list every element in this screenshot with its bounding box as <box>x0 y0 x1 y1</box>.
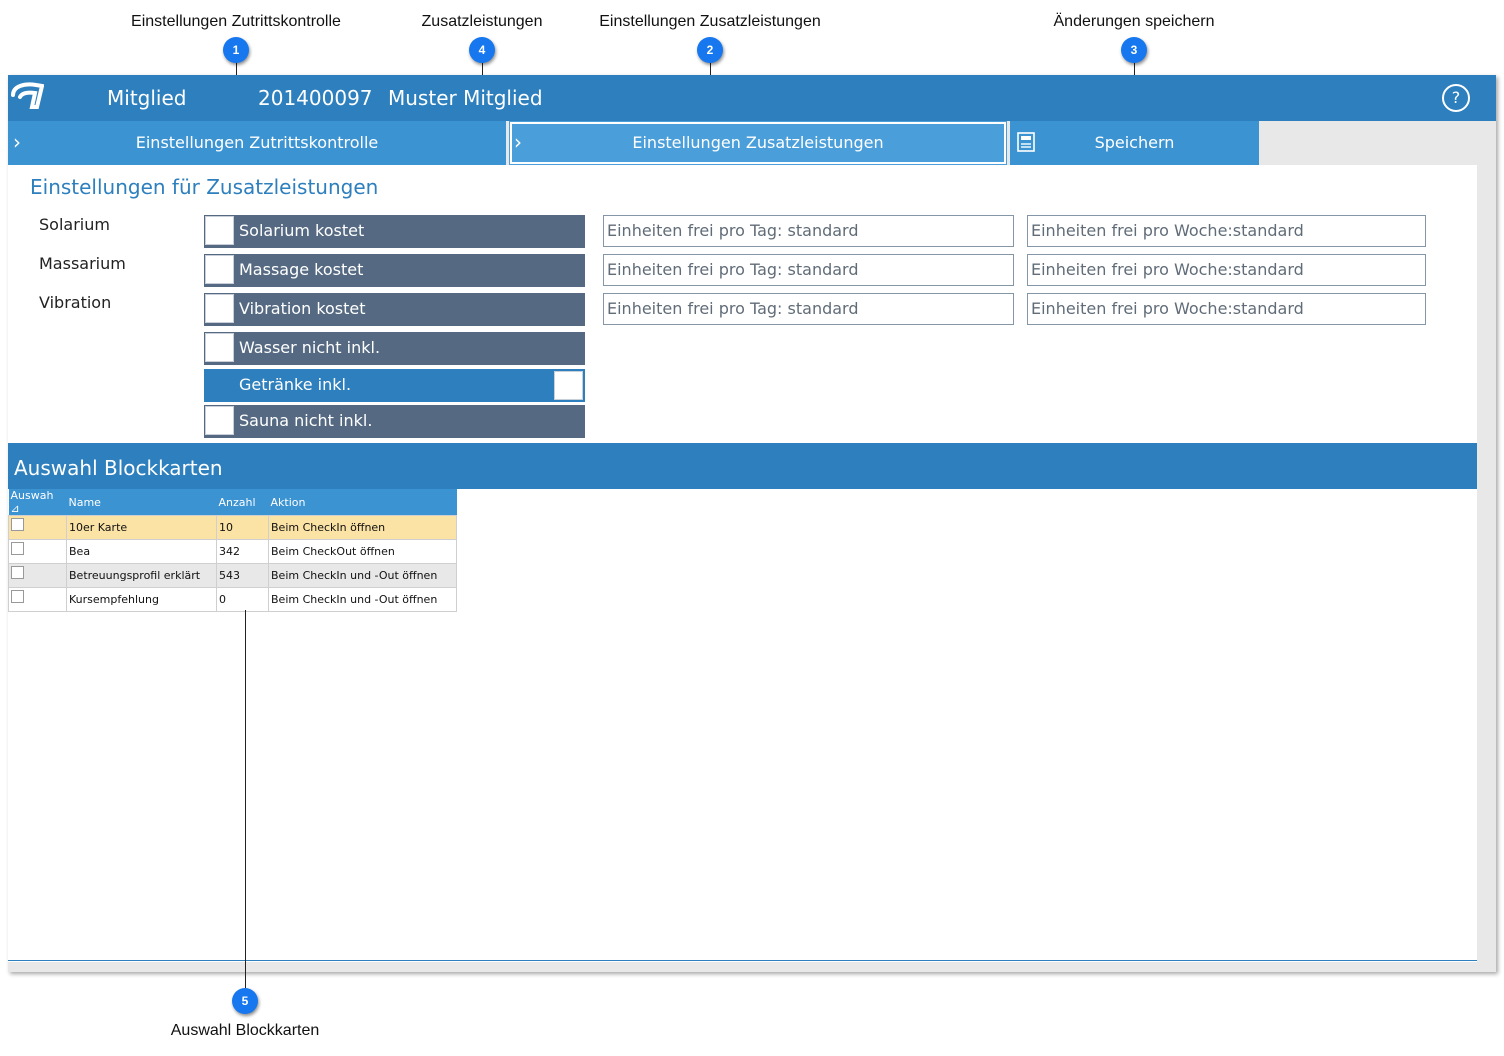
table-row[interactable]: Kursempfehlung 0 Beim CheckIn und -Out ö… <box>8 587 457 612</box>
callout-label-2: Einstellungen Zusatzleistungen <box>599 13 821 30</box>
toggle-vibration-kostet[interactable]: Vibration kostet <box>204 293 585 326</box>
row-label-vibration: Vibration <box>39 293 112 312</box>
cell-count: 342 <box>216 539 269 564</box>
toggle-knob <box>205 294 234 323</box>
toggle-label: Sauna nicht inkl. <box>239 411 373 430</box>
tab-extra-services-label: Einstellungen Zusatzleistungen <box>632 133 884 152</box>
toggle-sauna[interactable]: Sauna nicht inkl. <box>204 405 585 438</box>
cell-name: Betreuungsprofil erklärt <box>66 563 217 588</box>
app-window: Mitglied 201400097 Muster Mitglied ? › E… <box>8 75 1496 972</box>
toggle-label: Getränke inkl. <box>239 375 352 394</box>
cell-name: Kursempfehlung <box>66 587 217 612</box>
cell-count: 0 <box>216 587 269 612</box>
table-row[interactable]: Betreuungsprofil erklärt 543 Beim CheckI… <box>8 563 457 588</box>
row-checkbox-cell[interactable] <box>8 563 67 588</box>
units-per-day-massarium[interactable]: Einheiten frei pro Tag: standard <box>603 254 1014 286</box>
checkbox[interactable] <box>11 590 24 603</box>
cell-name: 10er Karte <box>66 515 217 540</box>
cell-action: Beim CheckIn und -Out öffnen <box>268 587 457 612</box>
units-per-day-solarium[interactable]: Einheiten frei pro Tag: standard <box>603 215 1014 247</box>
blockcards-title: Auswahl Blockkarten <box>14 456 223 480</box>
units-per-day-vibration[interactable]: Einheiten frei pro Tag: standard <box>603 293 1014 325</box>
callout-badge-2: 2 <box>697 37 723 63</box>
callout-badge-4: 4 <box>469 37 495 63</box>
save-button[interactable]: Speichern <box>1010 121 1259 165</box>
callout-badge-3: 3 <box>1121 37 1147 63</box>
toggle-knob <box>205 216 234 245</box>
save-button-label: Speichern <box>1094 133 1175 152</box>
toggle-knob <box>554 371 583 400</box>
tab-access-control[interactable]: › Einstellungen Zutrittskontrolle <box>8 121 506 165</box>
checkbox[interactable] <box>11 518 24 531</box>
member-name: Muster Mitglied <box>388 86 543 110</box>
section-title: Mitglied <box>107 86 187 110</box>
callout-badge-5: 5 <box>232 988 258 1014</box>
units-per-week-massarium[interactable]: Einheiten frei pro Woche:standard <box>1027 254 1426 286</box>
sort-indicator-icon: ⊿ <box>10 502 20 515</box>
callout-badge-1: 1 <box>223 37 249 63</box>
units-per-week-vibration[interactable]: Einheiten frei pro Woche:standard <box>1027 293 1426 325</box>
callout-label-1: Einstellungen Zutrittskontrolle <box>131 13 341 30</box>
toggle-label: Solarium kostet <box>239 221 365 240</box>
header-bar: Mitglied 201400097 Muster Mitglied ? <box>8 75 1496 121</box>
toggle-wasser[interactable]: Wasser nicht inkl. <box>204 332 585 365</box>
bottom-divider <box>8 960 1477 961</box>
row-label-massarium: Massarium <box>39 254 126 273</box>
blockcards-table: Auswah ⊿ Name Anzahl Aktion 10er Karte 1… <box>8 489 457 612</box>
table-row[interactable]: 10er Karte 10 Beim CheckIn öffnen <box>8 515 457 540</box>
tab-access-control-label: Einstellungen Zutrittskontrolle <box>135 133 379 152</box>
cell-count: 543 <box>216 563 269 588</box>
cell-action: Beim CheckOut öffnen <box>268 539 457 564</box>
callout-label-5: Auswahl Blockkarten <box>170 1022 320 1039</box>
cell-action: Beim CheckIn öffnen <box>268 515 457 540</box>
toggle-label: Massage kostet <box>239 260 364 279</box>
blockcards-header: Auswahl Blockkarten <box>8 443 1477 489</box>
column-header-select-label: Auswah <box>10 489 54 502</box>
cell-name: Bea <box>66 539 217 564</box>
toggle-label: Wasser nicht inkl. <box>239 338 381 357</box>
toggle-massage-kostet[interactable]: Massage kostet <box>204 254 585 287</box>
callout-label-4: Zusatzleistungen <box>421 13 543 30</box>
toggle-getraenke[interactable]: Getränke inkl. <box>204 369 585 402</box>
column-header-count[interactable]: Anzahl <box>216 489 269 516</box>
column-header-select[interactable]: Auswah ⊿ <box>8 489 67 516</box>
checkbox[interactable] <box>11 566 24 579</box>
cell-action: Beim CheckIn und -Out öffnen <box>268 563 457 588</box>
save-icon <box>1017 132 1035 152</box>
app-logo-icon <box>11 82 44 109</box>
cell-count: 10 <box>216 515 269 540</box>
callout-line-5 <box>245 610 246 988</box>
member-number: 201400097 <box>258 86 373 110</box>
row-label-solarium: Solarium <box>39 215 110 234</box>
tab-extra-services[interactable]: › Einstellungen Zusatzleistungen <box>509 121 1007 165</box>
extras-section-title: Einstellungen für Zusatzleistungen <box>30 175 379 199</box>
help-button[interactable]: ? <box>1442 84 1470 112</box>
column-header-name[interactable]: Name <box>66 489 217 516</box>
table-row[interactable]: Bea 342 Beim CheckOut öffnen <box>8 539 457 564</box>
row-checkbox-cell[interactable] <box>8 587 67 612</box>
chevron-right-icon: › <box>514 130 522 154</box>
toggle-knob <box>205 406 234 435</box>
column-header-action[interactable]: Aktion <box>268 489 457 516</box>
toggle-knob <box>205 333 234 362</box>
chevron-right-icon: › <box>13 130 21 154</box>
toggle-solarium-kostet[interactable]: Solarium kostet <box>204 215 585 248</box>
checkbox[interactable] <box>11 542 24 555</box>
row-checkbox-cell[interactable] <box>8 539 67 564</box>
units-per-week-solarium[interactable]: Einheiten frei pro Woche:standard <box>1027 215 1426 247</box>
toggle-label: Vibration kostet <box>239 299 366 318</box>
toggle-knob <box>205 255 234 284</box>
callout-label-3: Änderungen speichern <box>1053 13 1215 30</box>
row-checkbox-cell[interactable] <box>8 515 67 540</box>
